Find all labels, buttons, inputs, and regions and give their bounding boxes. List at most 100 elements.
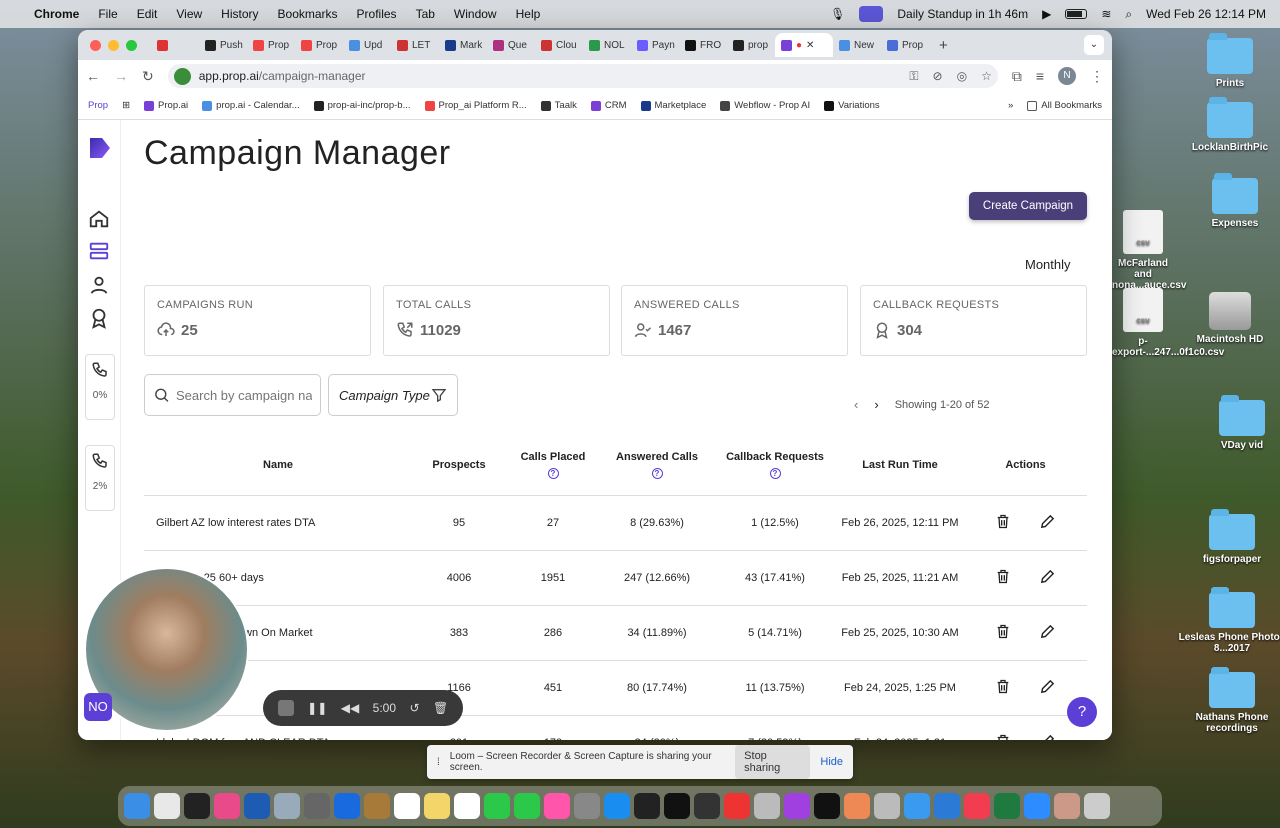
sidebar-call-stat[interactable]: 2% [85,445,115,511]
desktop-icon[interactable]: csv McFarland and nona...auce.csv [1112,210,1186,291]
browser-tab[interactable]: Prop [247,33,295,57]
bookmark-item[interactable]: prop-ai-inc/prop-b... [313,100,411,111]
home-icon[interactable] [88,208,110,230]
drag-handle-icon[interactable]: ⁞ [437,757,440,768]
spotlight-icon[interactable]: ⌕ [1125,7,1132,22]
camera-off-icon[interactable]: ⊘ [933,69,943,84]
app-icon[interactable] [694,793,720,819]
desktop-icon[interactable]: Lesleas Phone Photos 8...2017 [1177,587,1280,654]
menu-app[interactable]: Chrome [34,7,79,21]
screen-mirror-icon[interactable] [859,6,884,22]
col-header-callback-requests[interactable]: Callback Requests? [714,436,836,496]
media-icon[interactable]: ≡ [1036,68,1044,84]
address-bar[interactable]: app.prop.ai/campaign-manager ⚿ ⊘ ◎ ☆ [167,64,998,88]
menu-bookmarks[interactable]: Bookmarks [278,7,338,21]
period-selector[interactable]: Monthly [1025,257,1071,272]
delete-icon[interactable] [995,513,1011,533]
hide-button[interactable]: Hide [820,756,843,768]
microphone-icon[interactable]: 🎙 [830,7,845,21]
screenshot-icon[interactable] [304,793,330,819]
delete-icon[interactable] [995,733,1011,740]
excel-icon[interactable] [994,793,1020,819]
mail-icon[interactable] [274,793,300,819]
calendar-event[interactable]: Daily Standup in 1h 46m [897,7,1028,21]
close-window-button[interactable] [90,39,101,51]
pause-icon[interactable]: ❚❚ [307,701,327,715]
user-icon[interactable] [88,274,110,296]
edit-icon[interactable] [1039,568,1056,588]
browser-tab[interactable]: Payn [631,33,679,57]
browser-tab[interactable]: FRO [679,33,727,57]
eye-off-icon[interactable]: ◎ [957,69,967,84]
maximize-window-button[interactable] [126,39,137,51]
table-row[interactable]: e AZ Feb 25 60+ days 4006 1951 247 (12.6… [144,550,1087,606]
menu-view[interactable]: View [176,7,202,21]
app-store-icon[interactable] [604,793,630,819]
extensions-icon[interactable]: ⧉ [1012,68,1022,85]
apple-tv-icon[interactable] [814,793,840,819]
clock[interactable]: Wed Feb 26 12:14 PM [1146,7,1266,21]
browser-tab[interactable]: prop [727,33,775,57]
help-icon[interactable]: ? [651,468,663,480]
desktop-icon[interactable]: csv p-export-...247...0f1c0.csv [1112,288,1224,358]
rewind-icon[interactable]: ◀◀ [341,701,359,715]
browser-tab[interactable]: Prop [881,33,929,57]
browser-tab[interactable]: Push [199,33,247,57]
finder-icon[interactable] [124,793,150,819]
more-bookmarks-icon[interactable]: » [1008,100,1013,111]
desktop-icon[interactable]: Macintosh HD [1175,292,1280,345]
terminal-icon[interactable] [664,793,690,819]
freeform-icon[interactable] [454,793,480,819]
app-icon[interactable] [754,793,780,819]
help-icon[interactable]: ? [769,468,781,480]
campaigns-icon[interactable] [88,240,110,262]
battery-icon[interactable] [1065,9,1088,19]
news-icon[interactable] [724,793,750,819]
edit-icon[interactable] [1039,733,1056,740]
tab-search-button[interactable]: ⌄ [1084,35,1104,55]
app-icon[interactable] [364,793,390,819]
chrome-menu-icon[interactable]: ⋮ [1090,68,1104,85]
stop-recording-button[interactable] [277,700,294,716]
wifi-icon[interactable]: ≋ [1101,7,1111,21]
play-icon[interactable]: ▶ [1042,7,1051,21]
help-chat-button[interactable]: ? [1067,697,1097,727]
app-badge[interactable]: NO [84,693,112,721]
menu-edit[interactable]: Edit [137,7,158,21]
bookmark-item[interactable]: Webflow - Prop AI [720,100,810,111]
browser-tab[interactable]: Clou [535,33,583,57]
menu-history[interactable]: History [221,7,258,21]
desktop-icon[interactable]: Nathans Phone recordings [1177,667,1280,734]
key-icon[interactable]: ⚿ [909,69,918,84]
bookmark-item[interactable]: Prop_ai Platform R... [424,100,527,111]
menu-help[interactable]: Help [516,7,541,21]
col-header-prospects[interactable]: Prospects [412,436,506,496]
browser-tab[interactable]: NOL [583,33,631,57]
calendar-icon[interactable] [394,793,420,819]
prev-page-icon[interactable]: ‹ [854,397,858,412]
bookmark-item[interactable]: prop.ai - Calendar... [202,100,300,111]
create-campaign-button[interactable]: Create Campaign [969,192,1087,220]
search-input[interactable] [176,387,312,403]
photos-icon[interactable] [544,793,570,819]
browser-tab[interactable]: LET [391,33,439,57]
desktop-icon[interactable]: figsforpaper [1177,509,1280,565]
trash-icon[interactable]: 🗑 [433,701,448,715]
browser-tab-active[interactable]: ● ✕ [775,33,833,57]
minimize-window-button[interactable] [108,39,119,51]
browser-tab[interactable]: Prop [295,33,343,57]
browser-tab[interactable]: New [833,33,881,57]
col-header-last-run[interactable]: Last Run Time [836,436,964,496]
messages-icon[interactable] [484,793,510,819]
help-icon[interactable]: ? [547,468,559,480]
campaign-search[interactable] [144,374,321,416]
forward-icon[interactable]: → [114,68,128,84]
back-icon[interactable]: ← [86,68,100,84]
activity-monitor-icon[interactable] [634,793,660,819]
edit-icon[interactable] [1039,678,1056,698]
delete-icon[interactable] [995,678,1011,698]
bookmark-item[interactable]: Prop.ai [144,100,188,111]
outlook-icon[interactable] [244,793,270,819]
all-bookmarks-folder[interactable]: All Bookmarks [1027,100,1102,111]
documents-icon[interactable] [1054,793,1080,819]
